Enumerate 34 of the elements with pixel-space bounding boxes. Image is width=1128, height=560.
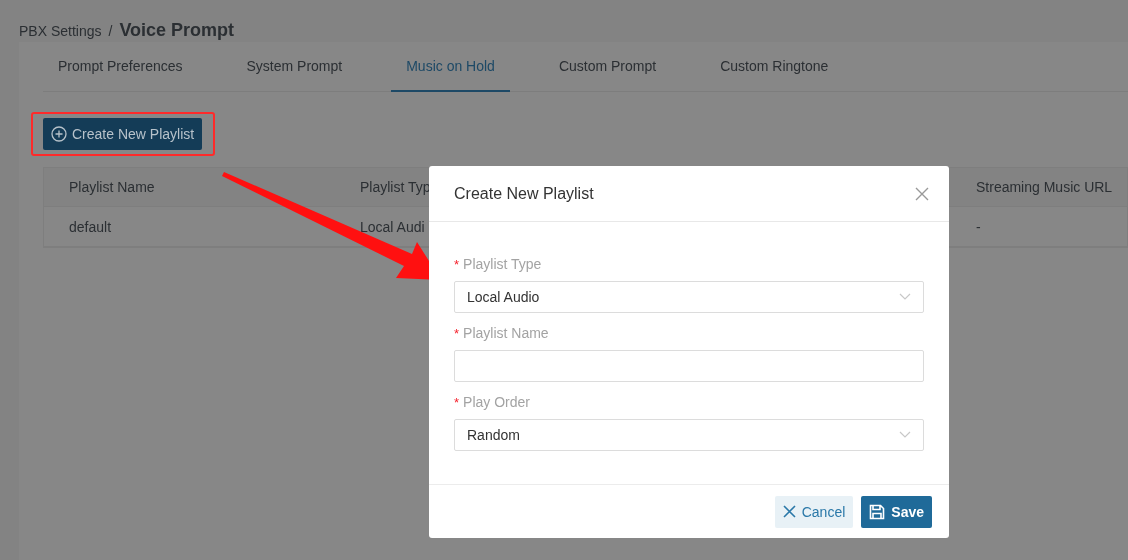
breadcrumb-link[interactable]: PBX Settings <box>19 23 102 39</box>
column-header: Playlist Name <box>69 179 155 195</box>
tab[interactable]: Music on Hold <box>391 42 510 92</box>
chevron-down-icon <box>899 293 911 301</box>
plus-circle-icon <box>51 126 67 142</box>
select-field[interactable]: Local Audio <box>454 281 924 313</box>
select-value: Random <box>467 427 520 443</box>
dialog-title: Create New Playlist <box>454 184 594 203</box>
chevron-down-icon <box>899 431 911 439</box>
breadcrumb-separator: / <box>108 23 113 39</box>
cancel-button[interactable]: Cancel <box>774 495 854 528</box>
tab[interactable]: Custom Ringtone <box>705 42 844 92</box>
required-mark: * <box>454 394 460 410</box>
table-cell: Local Audi <box>360 218 425 235</box>
table-cell: default <box>69 218 112 235</box>
input-field[interactable] <box>454 350 924 382</box>
required-mark: * <box>454 256 460 272</box>
save-button[interactable]: Save <box>861 495 932 528</box>
page-title: Voice Prompt <box>119 20 235 41</box>
tab[interactable]: Custom Prompt <box>543 42 672 92</box>
column-header: Streaming Music URL <box>976 179 1113 195</box>
required-mark: * <box>454 325 460 341</box>
close-icon <box>782 505 796 518</box>
close-button[interactable] <box>915 186 929 201</box>
select-field[interactable]: Random <box>454 419 924 451</box>
field-label: Playlist Type <box>463 256 542 272</box>
tab[interactable]: System Prompt <box>231 42 358 92</box>
field-label: Playlist Name <box>463 325 549 341</box>
save-icon <box>869 503 886 520</box>
create-playlist-button[interactable]: Create New Playlist <box>43 118 203 150</box>
select-value: Local Audio <box>467 289 540 305</box>
table-cell: - <box>976 218 981 235</box>
field-label: Play Order <box>463 394 530 410</box>
tab[interactable]: Prompt Preferences <box>43 42 198 92</box>
